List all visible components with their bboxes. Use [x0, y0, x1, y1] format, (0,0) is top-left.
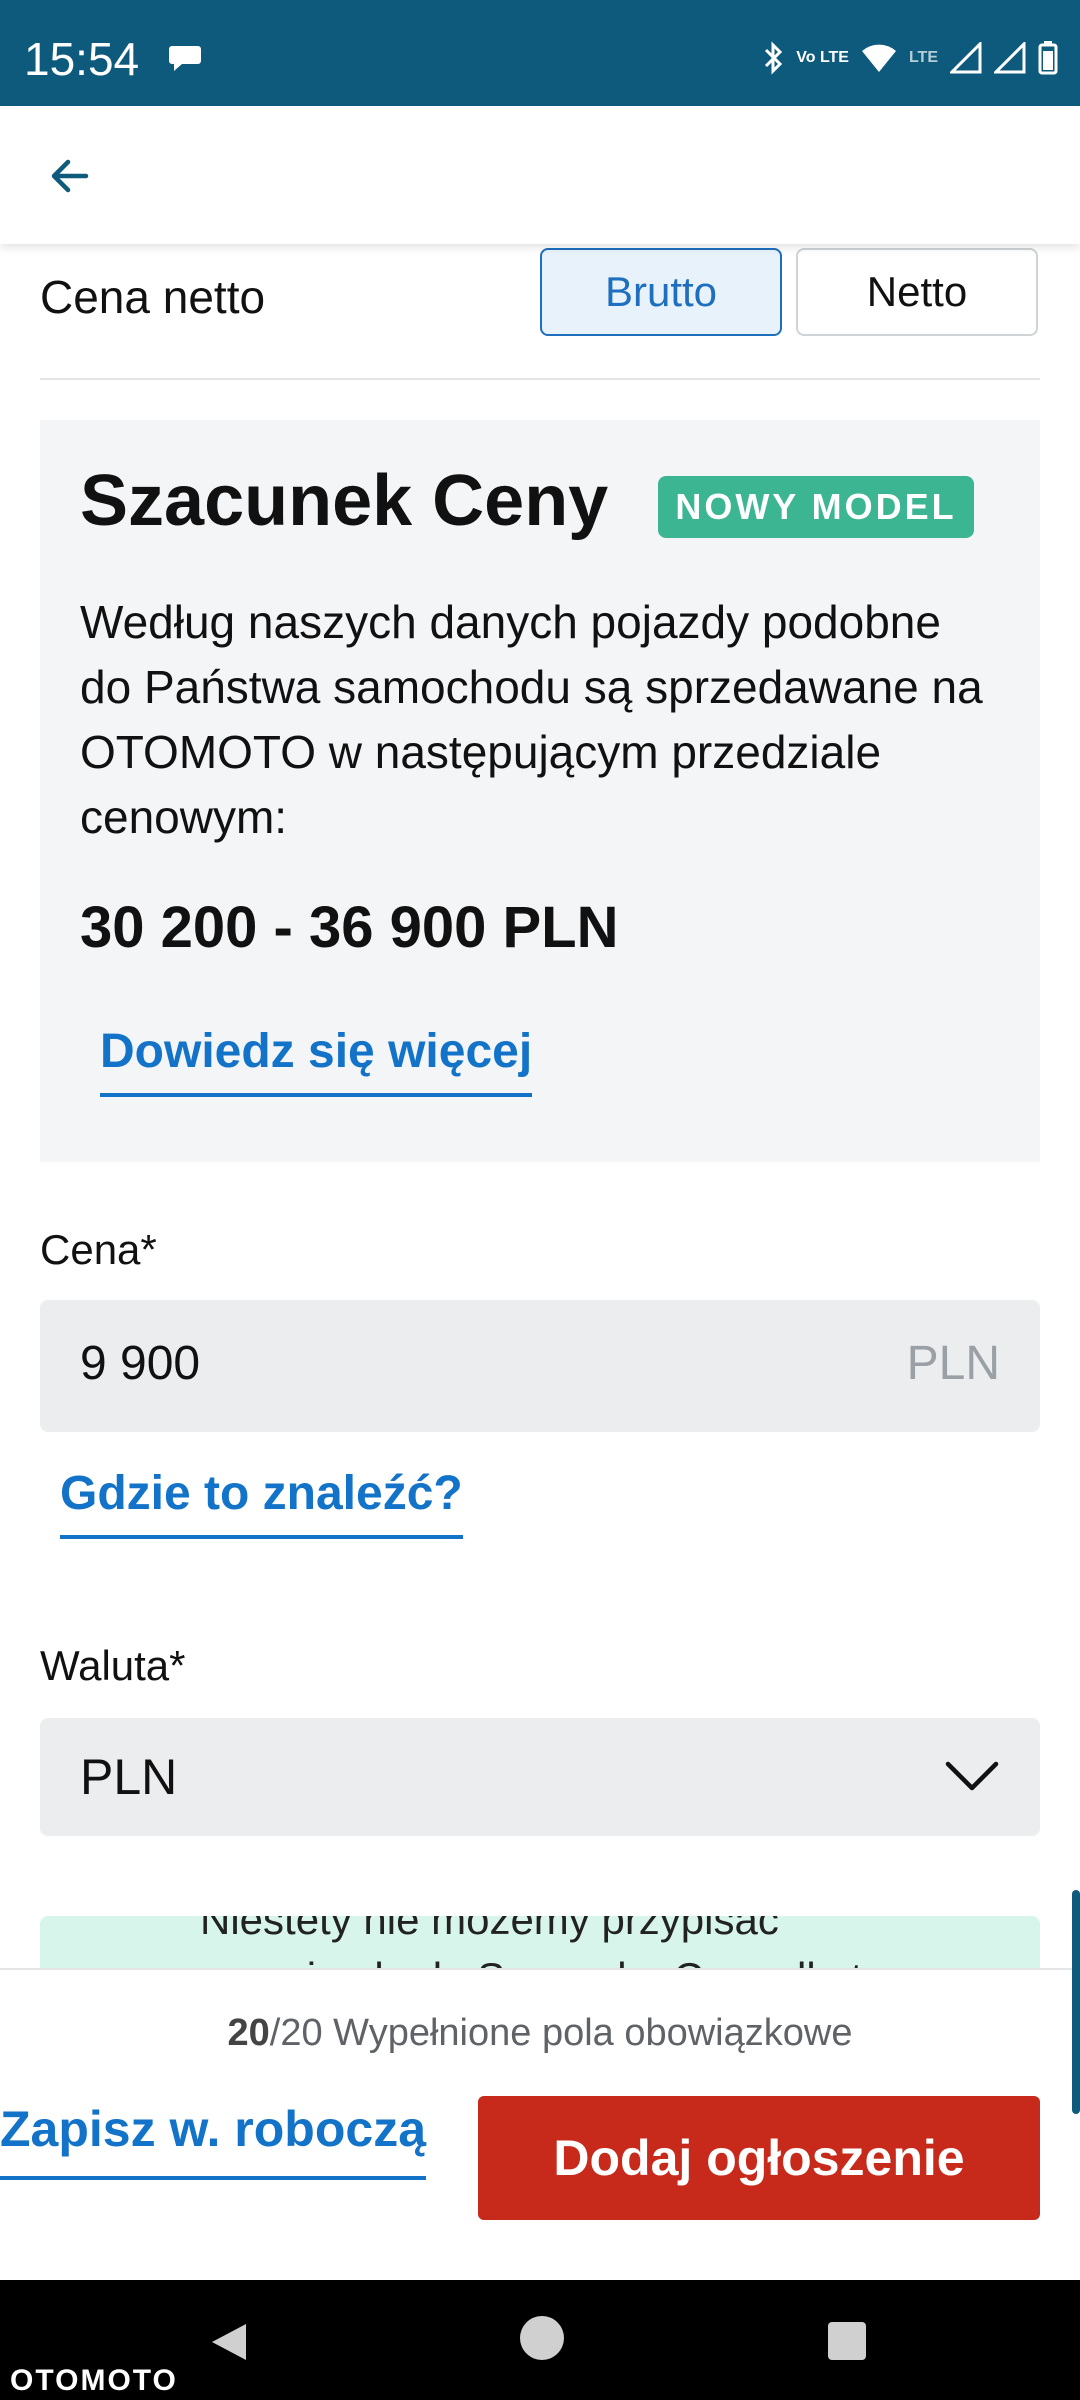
lte-label: LTE — [908, 49, 938, 66]
brutto-toggle[interactable]: Brutto — [540, 248, 782, 336]
nav-recents-icon[interactable] — [828, 2322, 866, 2360]
required-fields-progress: 20/20 Wypełnione pola obowiązkowe — [0, 2012, 1080, 2055]
wifi-icon — [861, 44, 896, 72]
price-type-row: Cena netto Brutto Netto — [40, 244, 1040, 380]
netto-toggle[interactable]: Netto — [796, 248, 1038, 336]
estimate-description: Według naszych danych pojazdy podobne do… — [80, 596, 983, 843]
estimate-title: Szacunek Ceny — [80, 461, 609, 541]
estimate-range: 30 200 - 36 900 PLN — [80, 895, 619, 960]
chevron-down-icon — [945, 1761, 999, 1791]
learn-more-link[interactable]: Dowiedz się więcej — [100, 1024, 533, 1097]
new-model-badge: NOWY MODEL — [658, 476, 974, 538]
status-time: 15:54 — [24, 33, 140, 85]
price-estimate-card: Szacunek Ceny NOWY MODEL Według naszych … — [40, 420, 1040, 1162]
app-bar — [0, 106, 1080, 244]
bluetooth-icon — [765, 41, 783, 75]
price-unit: PLN — [906, 1337, 1000, 1390]
battery-icon — [1038, 41, 1058, 75]
progress-done: 20 — [227, 2012, 270, 2054]
price-value: 9 900 — [80, 1337, 201, 1390]
arrow-left-icon[interactable] — [40, 146, 100, 206]
info-banner-text: Niestety nie możemy przypisać — [200, 1916, 779, 1943]
nav-back-icon[interactable] — [206, 2320, 250, 2364]
currency-label: Waluta* — [40, 1642, 186, 1689]
progress-rest: /20 Wypełnione pola obowiązkowe — [269, 2012, 853, 2054]
bottom-action-panel: 20/20 Wypełnione pola obowiązkowe Zapisz… — [0, 1968, 1080, 2282]
info-banner: Niestety nie możemy przypisać pojazdu do… — [40, 1916, 1040, 1968]
publish-listing-button[interactable]: Dodaj ogłoszenie — [478, 2096, 1040, 2220]
currency-select[interactable]: PLN — [40, 1718, 1040, 1836]
nav-home-icon[interactable] — [520, 2316, 564, 2360]
system-nav-bar: OTOMOTO — [0, 2280, 1080, 2400]
price-type-label: Cena netto — [40, 271, 266, 323]
price-input[interactable]: 9 900 PLN — [40, 1300, 1040, 1432]
signal-icon — [950, 42, 982, 74]
currency-value: PLN — [80, 1749, 178, 1805]
otomoto-watermark: OTOMOTO — [10, 2364, 178, 2397]
where-to-find-link[interactable]: Gdzie to znaleźć? — [60, 1466, 463, 1539]
status-bar: 15:54 Vo LTE LTE — [0, 0, 1080, 106]
scrollbar[interactable] — [1072, 1890, 1080, 2114]
chat-bubble-icon — [169, 46, 201, 71]
save-draft-button[interactable]: Zapisz w. roboczą — [0, 2100, 427, 2180]
info-banner-text-2: pojazdu do Szacunku Ceny dla t... — [260, 1954, 897, 1968]
volte-icon: Vo LTE — [796, 49, 849, 66]
status-icons: Vo LTE LTE — [762, 38, 1058, 78]
form-content[interactable]: Cena netto Brutto Netto Szacunek Ceny NO… — [0, 244, 1080, 1968]
price-label: Cena* — [40, 1226, 157, 1273]
signal-icon — [994, 42, 1026, 74]
